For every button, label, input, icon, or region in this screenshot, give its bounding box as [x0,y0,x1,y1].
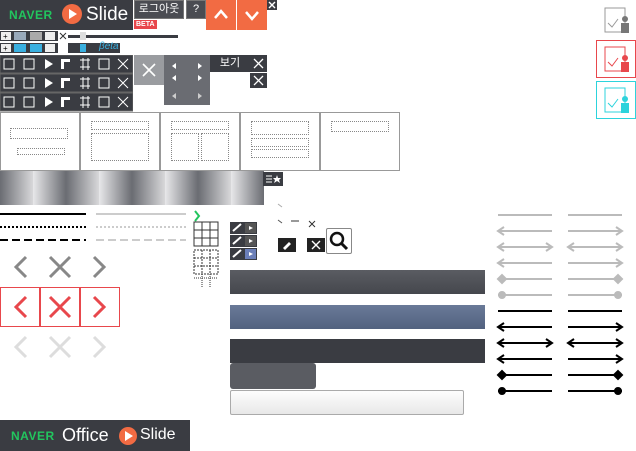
table-grid-icons [192,208,226,290]
viewer-nav-group [164,55,210,105]
chevron-right-icon [92,255,107,279]
next-icon [198,63,202,69]
chevron-down-icon [245,11,259,21]
layout-tool-grid [0,55,133,112]
viewer-close-large-button[interactable] [134,55,164,85]
chevron-left-icon [13,255,28,279]
chevron-left-icon [13,335,28,359]
svg-text:+: + [3,32,8,41]
beta-text: βeta [99,41,119,52]
header-product: Slide [86,4,129,25]
chevron-right-icon [92,335,107,359]
prev-icon [172,63,176,69]
list-star-icon [266,175,281,183]
layout-two-column[interactable] [160,112,240,171]
mini-toolbar: + + [0,31,180,53]
toolbar-bar-grey [230,270,485,294]
help-label: ? [192,3,200,15]
layout-title[interactable] [0,112,80,171]
footer-office: Office [62,425,109,445]
close-small-button[interactable] [267,0,277,10]
logout-button[interactable]: 로그아웃 [134,0,184,19]
viewer-close-button-2[interactable] [250,73,267,88]
play-logo-icon [62,4,82,24]
help-button[interactable]: ? [186,0,206,19]
presenter-icon-active[interactable] [596,40,636,78]
logout-label: 로그아웃 [138,3,180,15]
button-light-sample[interactable] [230,390,464,415]
nav-arrows-disabled [0,328,120,366]
chevron-up-icon [214,9,228,19]
eraser-icon [283,242,291,250]
pointer-icons [272,200,322,232]
close-icon [268,1,276,9]
presenter-icon [604,87,629,113]
slide-up-button[interactable] [206,0,236,30]
close-icon [311,240,321,250]
footer-logo: NAVER Office Slide [0,420,190,451]
viewer-close-button[interactable] [250,55,267,72]
nav-arrows-active[interactable] [0,287,120,327]
close-icon [253,58,264,69]
toolbar-bar-blue [230,305,485,329]
search-button[interactable] [326,228,352,254]
layout-section[interactable] [240,112,320,171]
view-button[interactable]: 보기 [210,55,250,72]
footer-brand: NAVER [11,429,55,443]
layout-title-content[interactable] [80,112,160,171]
slide-down-button[interactable] [237,0,267,30]
footer-product: Slide [140,426,176,443]
button-dark-sample[interactable] [230,363,316,389]
search-icon [329,231,349,251]
app-header: NAVER Slide [0,0,133,30]
list-star-button[interactable] [263,172,283,186]
svg-text:+: + [3,44,8,53]
presenter-icon-default[interactable] [603,5,631,35]
close-icon [253,75,264,86]
pen-tool-stack[interactable] [230,222,257,260]
close-icon [48,335,72,359]
beta-badge: BETA [134,20,157,29]
line-style-samples [0,208,190,248]
play-logo-icon [119,427,137,445]
clear-button[interactable] [307,238,325,252]
presenter-icon [604,46,629,72]
gradient-swatch-strip [0,171,264,205]
presenter-icon-hover[interactable] [596,81,636,119]
layout-title-only[interactable] [320,112,400,171]
header-brand: NAVER [9,8,53,22]
toolbar-bar-dark [230,339,485,363]
close-icon [48,255,72,279]
close-icon [142,63,156,77]
eraser-button[interactable] [278,238,296,252]
arrow-style-samples [496,205,626,400]
nav-arrows-default [0,248,120,286]
presenter-icon [604,7,629,33]
view-label: 보기 [219,57,241,69]
